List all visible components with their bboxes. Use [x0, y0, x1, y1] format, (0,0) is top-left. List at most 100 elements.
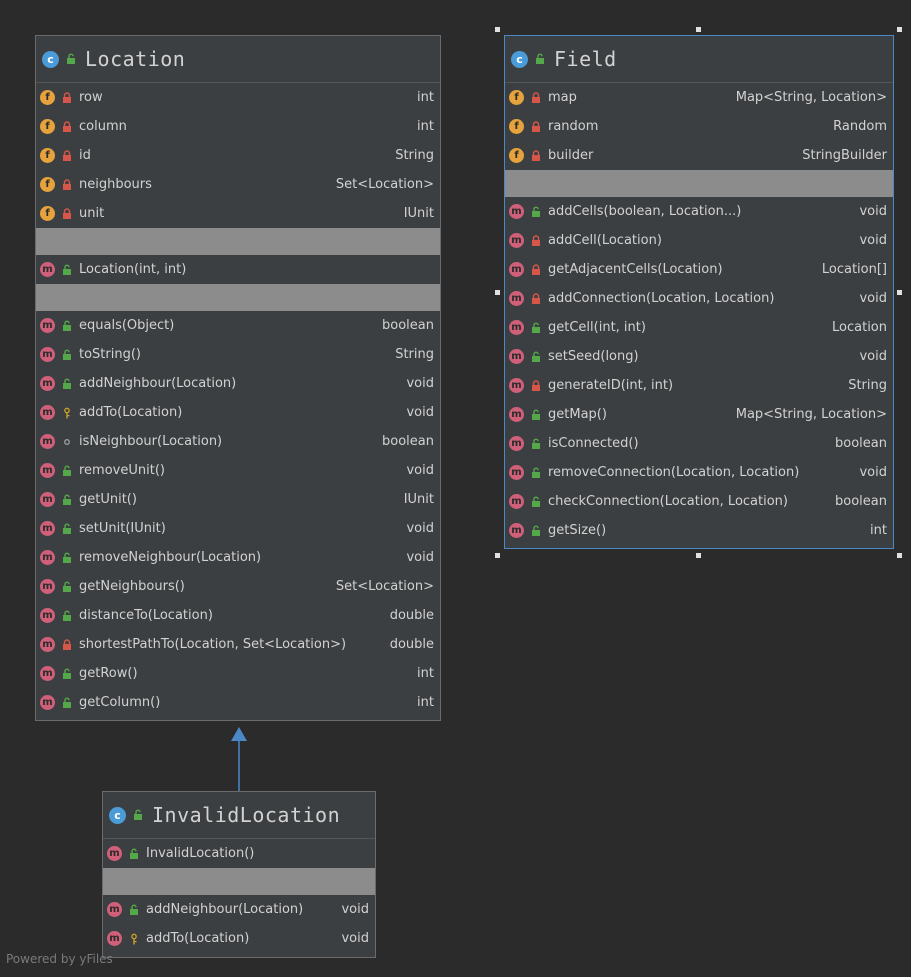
method-row[interactable]: m generateID(int, int) String [505, 371, 893, 400]
method-row[interactable]: m isNeighbour(Location) boolean [36, 427, 440, 456]
selection-handle[interactable] [495, 290, 500, 295]
field-row[interactable]: f unit IUnit [36, 199, 440, 228]
public-lock-icon [530, 437, 542, 451]
member-name: removeConnection(Location, Location) [548, 465, 800, 480]
method-row[interactable]: m getColumn() int [36, 688, 440, 717]
selection-handle[interactable] [495, 553, 500, 558]
field-row[interactable]: f neighbours Set<Location> [36, 170, 440, 199]
method-row[interactable]: m distanceTo(Location) double [36, 601, 440, 630]
member-type: double [389, 608, 434, 623]
member-type: Map<String, Location> [735, 90, 887, 105]
method-row[interactable]: m getSize() int [505, 516, 893, 545]
member-type: Location[] [821, 262, 887, 277]
method-icon: m [509, 465, 524, 480]
field-row[interactable]: f builder StringBuilder [505, 141, 893, 170]
member-type: int [417, 695, 434, 710]
member-name: builder [548, 148, 594, 163]
class-invalid-location[interactable]: c InvalidLocation m InvalidLocation() m ad… [102, 791, 376, 958]
selection-handle[interactable] [897, 27, 902, 32]
protected-key-icon [128, 932, 140, 946]
method-row[interactable]: m removeConnection(Location, Location) voi… [505, 458, 893, 487]
member-name: id [79, 148, 91, 163]
private-lock-icon [61, 91, 73, 105]
method-icon: m [509, 262, 524, 277]
member-name: removeUnit() [79, 463, 165, 478]
method-row[interactable]: m addConnection(Location, Location) void [505, 284, 893, 313]
field-row[interactable]: f column int [36, 112, 440, 141]
class-icon: c [109, 806, 126, 824]
method-icon: m [509, 320, 524, 335]
public-lock-icon [61, 377, 73, 391]
class-icon: c [511, 50, 528, 68]
method-row[interactable]: m setSeed(long) void [505, 342, 893, 371]
private-lock-icon [61, 207, 73, 221]
class-header: c Location [36, 36, 440, 83]
method-icon: m [40, 262, 55, 277]
member-name: checkConnection(Location, Location) [548, 494, 788, 509]
member-name: Location(int, int) [79, 262, 187, 277]
member-name: setUnit(IUnit) [79, 521, 166, 536]
public-lock-icon [530, 495, 542, 509]
method-row[interactable]: m removeUnit() void [36, 456, 440, 485]
method-row[interactable]: m InvalidLocation() [103, 839, 375, 868]
class-field[interactable]: c Field f map Map<String, Location> f random… [504, 35, 894, 549]
method-row[interactable]: m addTo(Location) void [36, 398, 440, 427]
method-row[interactable]: m isConnected() boolean [505, 429, 893, 458]
field-row[interactable]: f random Random [505, 112, 893, 141]
section-separator [505, 170, 893, 197]
method-row[interactable]: m shortestPathTo(Location, Set<Location>)… [36, 630, 440, 659]
selection-handle[interactable] [897, 290, 902, 295]
field-row[interactable]: f map Map<String, Location> [505, 83, 893, 112]
member-name: addNeighbour(Location) [146, 902, 304, 917]
method-row[interactable]: m addNeighbour(Location) void [103, 895, 375, 924]
method-row[interactable]: m addNeighbour(Location) void [36, 369, 440, 398]
method-row[interactable]: m addTo(Location) void [103, 924, 375, 953]
field-icon: f [40, 206, 55, 221]
method-row[interactable]: m Location(int, int) [36, 255, 440, 284]
method-icon: m [509, 523, 524, 538]
method-icon: m [40, 637, 55, 652]
member-type: int [417, 119, 434, 134]
method-row[interactable]: m removeNeighbour(Location) void [36, 543, 440, 572]
method-row[interactable]: m getUnit() IUnit [36, 485, 440, 514]
selection-handle[interactable] [696, 553, 701, 558]
member-name: removeNeighbour(Location) [79, 550, 262, 565]
method-row[interactable]: m getMap() Map<String, Location> [505, 400, 893, 429]
field-row[interactable]: f row int [36, 83, 440, 112]
public-lock-icon [61, 464, 73, 478]
selection-handle[interactable] [696, 27, 701, 32]
method-row[interactable]: m getCell(int, int) Location [505, 313, 893, 342]
public-lock-icon [530, 466, 542, 480]
method-icon: m [40, 318, 55, 333]
member-name: equals(Object) [79, 318, 175, 333]
member-name: map [548, 90, 577, 105]
section-separator [36, 228, 440, 255]
field-icon: f [40, 119, 55, 134]
field-icon: f [40, 177, 55, 192]
private-lock-icon [530, 149, 542, 163]
field-row[interactable]: f id String [36, 141, 440, 170]
public-lock-icon [530, 205, 542, 219]
member-name: getSize() [548, 523, 607, 538]
class-location[interactable]: c Location f row int f column int f id String f ne… [35, 35, 441, 721]
class-header: c InvalidLocation [103, 792, 375, 839]
member-name: getCell(int, int) [548, 320, 646, 335]
method-row[interactable]: m addCell(Location) void [505, 226, 893, 255]
method-row[interactable]: m checkConnection(Location, Location) bool… [505, 487, 893, 516]
selection-handle[interactable] [495, 27, 500, 32]
member-type: String [848, 378, 887, 393]
method-row[interactable]: m setUnit(IUnit) void [36, 514, 440, 543]
selection-handle[interactable] [897, 553, 902, 558]
member-type: void [859, 291, 887, 306]
member-name: getUnit() [79, 492, 137, 507]
method-row[interactable]: m getRow() int [36, 659, 440, 688]
method-row[interactable]: m equals(Object) boolean [36, 311, 440, 340]
method-row[interactable]: m getAdjacentCells(Location) Location[] [505, 255, 893, 284]
method-icon: m [509, 494, 524, 509]
method-row[interactable]: m getNeighbours() Set<Location> [36, 572, 440, 601]
method-icon: m [40, 434, 55, 449]
method-row[interactable]: m toString() String [36, 340, 440, 369]
member-type: void [859, 465, 887, 480]
member-name: generateID(int, int) [548, 378, 674, 393]
method-row[interactable]: m addCells(boolean, Location...) void [505, 197, 893, 226]
